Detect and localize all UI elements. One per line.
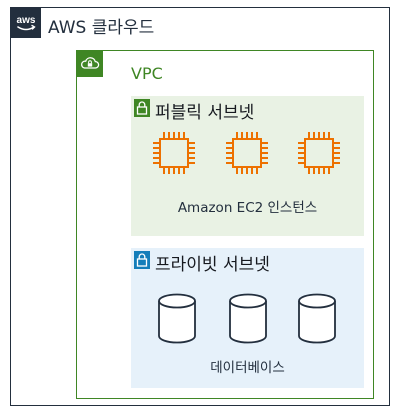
vpc-group: VPC 퍼블릭 서브넷 Amazon EC2 인스턴스 프라이빗 서브넷 데이터… (76, 50, 374, 399)
public-subnet-label: 퍼블릭 서브넷 (155, 103, 255, 123)
svg-text:aws: aws (17, 15, 36, 26)
database-icon (227, 293, 269, 345)
database-caption: 데이터베이스 (210, 360, 285, 376)
ec2-instance-icon (151, 130, 197, 176)
public-subnet: 퍼블릭 서브넷 Amazon EC2 인스턴스 (131, 96, 364, 236)
database-icon (156, 293, 198, 345)
ec2-instance-icon (296, 130, 342, 176)
database-icon (296, 293, 338, 345)
aws-cloud-group: aws AWS 클라우드 VPC 퍼블릭 서브넷 Amazon EC2 인스턴스… (10, 7, 390, 406)
vpc-label: VPC (131, 64, 163, 83)
private-subnet-label: 프라이빗 서브넷 (155, 255, 270, 275)
ec2-instance-icon (224, 130, 270, 176)
vpc-cloud-icon (77, 51, 103, 77)
ec2-caption: Amazon EC2 인스턴스 (177, 200, 318, 216)
cloud-label: AWS 클라우드 (48, 18, 155, 38)
public-subnet-lock-icon (134, 99, 150, 117)
private-subnet-lock-icon (134, 251, 150, 269)
private-subnet: 프라이빗 서브넷 데이터베이스 (131, 248, 364, 388)
aws-logo-icon: aws (11, 8, 41, 38)
